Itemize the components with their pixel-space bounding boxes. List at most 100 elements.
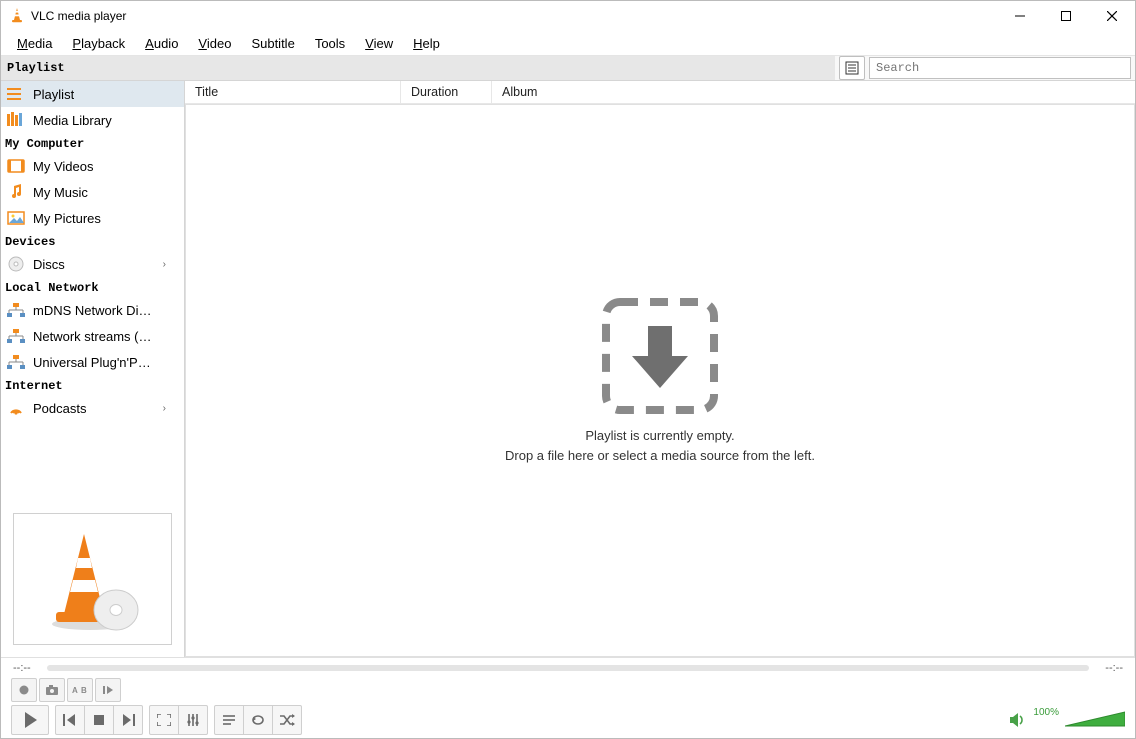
sidebar-list: Playlist Media Library My Computer My Vi… <box>1 81 184 501</box>
vlc-window: VLC media player Media Playback Audio Vi… <box>0 0 1136 739</box>
column-headers: Title Duration Album <box>185 81 1135 104</box>
network-icon <box>7 301 25 319</box>
sidebar-item-discs[interactable]: Discs › <box>1 251 184 277</box>
sidebar-group-my-computer: My Computer <box>1 133 184 153</box>
volume-slider[interactable] <box>1065 710 1125 730</box>
body: Playlist Media Library My Computer My Vi… <box>1 81 1135 657</box>
stop-button[interactable] <box>85 705 114 735</box>
disc-icon <box>7 255 25 273</box>
close-button[interactable] <box>1089 1 1135 31</box>
pictures-icon <box>7 209 25 227</box>
menu-subtitle[interactable]: Subtitle <box>241 33 304 54</box>
music-icon <box>7 183 25 201</box>
column-label: Title <box>195 85 218 99</box>
sidebar-item-mdns[interactable]: mDNS Network Disco… <box>1 297 184 323</box>
sidebar-item-my-music[interactable]: My Music <box>1 179 184 205</box>
mini-toolbar: AB <box>1 678 1135 702</box>
view-group <box>149 705 208 735</box>
maximize-button[interactable] <box>1043 1 1089 31</box>
sidebar-item-label: Network streams (SAP) <box>33 329 153 344</box>
drop-arrow-icon <box>600 296 720 416</box>
menu-view[interactable]: View <box>355 33 403 54</box>
minimize-button[interactable] <box>997 1 1043 31</box>
svg-text:A: A <box>72 686 78 695</box>
elapsed-time: --:-- <box>13 662 39 674</box>
window-title: VLC media player <box>31 9 126 23</box>
sidebar-item-playlist[interactable]: Playlist <box>1 81 184 107</box>
playlist-view-mode-button[interactable] <box>839 56 865 80</box>
vlc-cone-large-icon <box>38 524 148 634</box>
chevron-right-icon: › <box>163 403 166 414</box>
podcast-icon <box>7 399 25 417</box>
sidebar-item-my-videos[interactable]: My Videos <box>1 153 184 179</box>
sidebar-group-devices: Devices <box>1 231 184 251</box>
menu-media[interactable]: Media <box>7 33 62 54</box>
atob-loop-button[interactable]: AB <box>67 678 93 702</box>
speaker-icon[interactable] <box>1009 712 1027 728</box>
empty-line1: Playlist is currently empty. <box>505 426 815 446</box>
seek-slider[interactable] <box>47 665 1089 671</box>
network-icon <box>7 353 25 371</box>
library-icon <box>7 111 25 129</box>
control-bar: 100% <box>1 702 1135 738</box>
search-input[interactable] <box>869 57 1131 79</box>
volume-percent: 100% <box>1033 707 1059 718</box>
shuffle-button[interactable] <box>273 705 302 735</box>
menu-audio[interactable]: Audio <box>135 33 188 54</box>
toggle-playlist-button[interactable] <box>214 705 244 735</box>
empty-playlist-text: Playlist is currently empty. Drop a file… <box>505 426 815 465</box>
playlist-drop-area[interactable]: Playlist is currently empty. Drop a file… <box>185 104 1135 657</box>
chevron-right-icon: › <box>163 259 166 270</box>
menu-playback[interactable]: Playback <box>62 33 135 54</box>
volume-area: 100% <box>1009 710 1125 730</box>
previous-button[interactable] <box>55 705 85 735</box>
menu-tools[interactable]: Tools <box>305 33 355 54</box>
snapshot-button[interactable] <box>39 678 65 702</box>
playlist-icon <box>7 85 25 103</box>
loop-button[interactable] <box>244 705 273 735</box>
sidebar-group-local-network: Local Network <box>1 277 184 297</box>
column-label: Duration <box>411 85 458 99</box>
sidebar-item-label: Discs <box>33 257 65 272</box>
column-duration[interactable]: Duration <box>401 81 492 103</box>
column-label: Album <box>502 85 537 99</box>
bottom-panel: --:-- --:-- AB <box>1 657 1135 738</box>
title-bar: VLC media player <box>1 1 1135 31</box>
album-art-box <box>13 513 172 645</box>
video-icon <box>7 157 25 175</box>
next-button[interactable] <box>114 705 143 735</box>
sidebar-item-label: Media Library <box>33 113 112 128</box>
seek-row: --:-- --:-- <box>1 658 1135 678</box>
sidebar-item-sap[interactable]: Network streams (SAP) <box>1 323 184 349</box>
column-title[interactable]: Title <box>185 81 401 103</box>
sidebar-item-label: Podcasts <box>33 401 86 416</box>
vlc-cone-icon <box>9 8 25 24</box>
fullscreen-button[interactable] <box>149 705 179 735</box>
sidebar: Playlist Media Library My Computer My Vi… <box>1 81 185 657</box>
sidebar-item-upnp[interactable]: Universal Plug'n'Play <box>1 349 184 375</box>
sidebar-item-media-library[interactable]: Media Library <box>1 107 184 133</box>
sidebar-item-label: My Pictures <box>33 211 101 226</box>
menu-help[interactable]: Help <box>403 33 450 54</box>
network-icon <box>7 327 25 345</box>
record-button[interactable] <box>11 678 37 702</box>
nav-group <box>55 705 143 735</box>
sidebar-group-internet: Internet <box>1 375 184 395</box>
list-view-icon <box>845 61 859 75</box>
sidebar-item-label: My Music <box>33 185 88 200</box>
sidebar-item-podcasts[interactable]: Podcasts › <box>1 395 184 421</box>
playlist-header: Playlist <box>1 56 1135 81</box>
playlist-group <box>214 705 302 735</box>
sidebar-item-my-pictures[interactable]: My Pictures <box>1 205 184 231</box>
menu-bar: Media Playback Audio Video Subtitle Tool… <box>1 31 1135 56</box>
sidebar-item-label: mDNS Network Disco… <box>33 303 153 318</box>
sidebar-item-label: My Videos <box>33 159 93 174</box>
menu-video[interactable]: Video <box>188 33 241 54</box>
svg-text:B: B <box>81 686 87 695</box>
total-time: --:-- <box>1097 662 1123 674</box>
column-album[interactable]: Album <box>492 81 1135 103</box>
extended-settings-button[interactable] <box>179 705 208 735</box>
play-button[interactable] <box>11 705 49 735</box>
playlist-pane: Title Duration Album Playlist is current… <box>185 81 1135 657</box>
frame-step-button[interactable] <box>95 678 121 702</box>
